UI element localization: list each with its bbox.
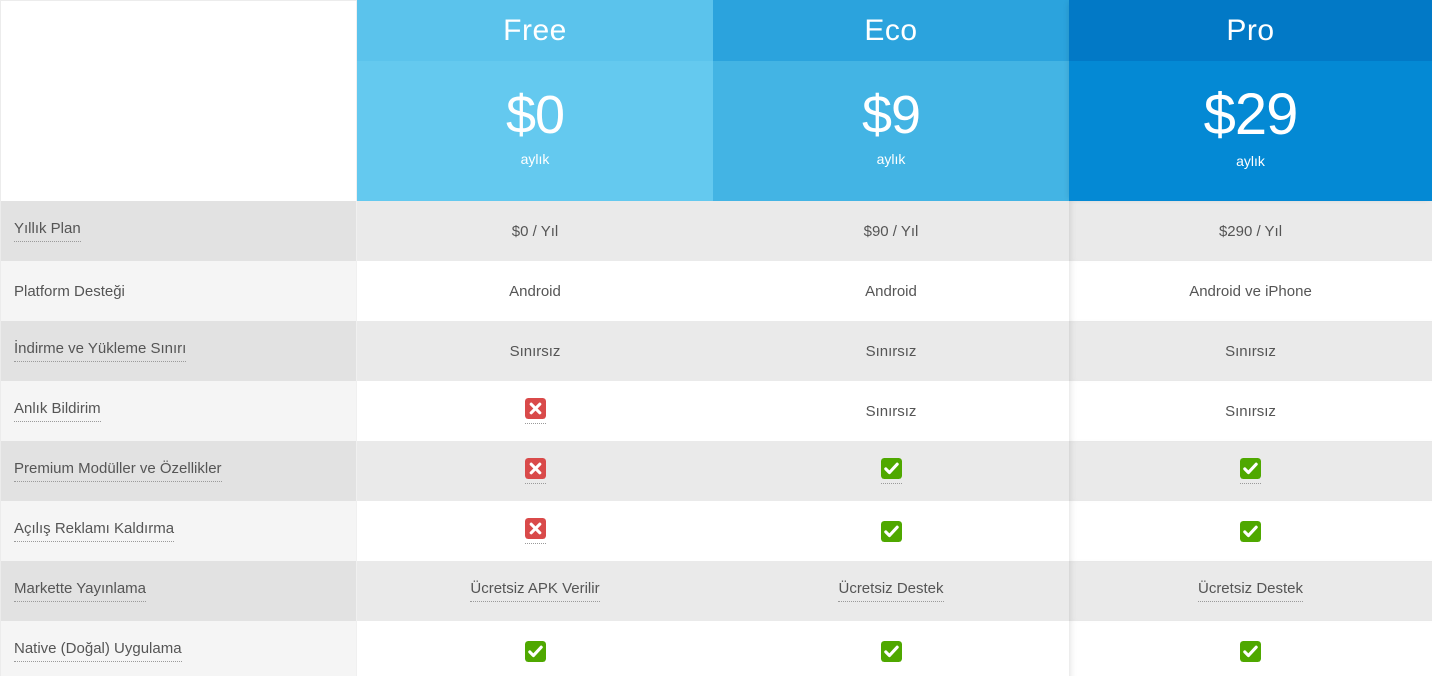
value-text: Sınırsız	[865, 342, 917, 360]
value-cell-free: Sınırsız	[357, 321, 713, 381]
feature-label-cell: Anlık Bildirim	[0, 381, 357, 441]
table-body: Yıllık Plan $0 / Yıl $90 / Yıl $290 / Yıl Pl…	[0, 201, 1432, 676]
feature-label[interactable]: Markette Yayınlama	[14, 580, 147, 602]
feature-label[interactable]: Açılış Reklamı Kaldırma	[14, 520, 175, 542]
value-cell-free: Android	[357, 261, 713, 321]
value-text: $90 / Yıl	[863, 222, 919, 240]
plan-price-block-pro: $29 aylık	[1069, 61, 1432, 201]
value-cell-eco: Ücretsiz Destek	[713, 561, 1069, 621]
cross-icon[interactable]	[524, 398, 546, 424]
value-cell-eco	[713, 501, 1069, 561]
table-row: Yıllık Plan $0 / Yıl $90 / Yıl $290 / Yıl	[0, 201, 1432, 261]
plan-header-eco[interactable]: Eco $9 aylık	[713, 0, 1069, 201]
feature-label[interactable]: İndirme ve Yükleme Sınırı	[14, 340, 187, 362]
feature-label[interactable]: Native (Doğal) Uygulama	[14, 640, 182, 662]
value-cell-pro: Sınırsız	[1069, 381, 1432, 441]
plan-header-free[interactable]: Free $0 aylık	[357, 0, 713, 201]
feature-label-cell: Yıllık Plan	[0, 201, 357, 261]
table-row: Anlık Bildirim Sınırsız Sınırsız	[0, 381, 1432, 441]
feature-label[interactable]: Premium Modüller ve Özellikler	[14, 460, 222, 482]
value-cell-free	[357, 381, 713, 441]
value-text: $290 / Yıl	[1218, 222, 1283, 240]
table-header-row: Free $0 aylık Eco $9 aylık Pro $29 aylık	[0, 0, 1432, 201]
value-text[interactable]: Ücretsiz Destek	[838, 580, 944, 602]
value-cell-eco: Sınırsız	[713, 321, 1069, 381]
table-row: Platform Desteği Android Android Android ve…	[0, 261, 1432, 321]
plan-price-free: $0	[505, 84, 565, 145]
value-text: Android	[865, 282, 917, 300]
check-icon	[524, 640, 546, 662]
value-text: Sınırsız	[865, 402, 917, 420]
feature-label[interactable]: Yıllık Plan	[14, 220, 81, 242]
value-cell-free: Ücretsiz APK Verilir	[357, 561, 713, 621]
value-text[interactable]: Ücretsiz APK Verilir	[470, 580, 600, 602]
value-text[interactable]: Ücretsiz Destek	[1197, 580, 1304, 602]
table-row: Markette Yayınlama Ücretsiz APK Verilir Üc…	[0, 561, 1432, 621]
feature-label-cell: Platform Desteği	[0, 261, 357, 321]
plan-period-eco: aylık	[876, 151, 906, 168]
value-cell-free: $0 / Yıl	[357, 201, 713, 261]
value-cell-eco	[713, 621, 1069, 676]
plan-name-free: Free	[357, 0, 713, 61]
plan-price-eco: $9	[861, 84, 921, 145]
value-cell-free	[357, 501, 713, 561]
plan-period-pro: aylık	[1236, 153, 1265, 170]
plan-period-free: aylık	[520, 151, 550, 168]
value-text: Sınırsız	[1225, 342, 1276, 360]
plan-name-pro: Pro	[1069, 0, 1432, 61]
feature-label-cell: Premium Modüller ve Özellikler	[0, 441, 357, 501]
value-text: Android	[509, 282, 561, 300]
value-cell-eco: $90 / Yıl	[713, 201, 1069, 261]
feature-label-cell: İndirme ve Yükleme Sınırı	[0, 321, 357, 381]
value-cell-eco: Android	[713, 261, 1069, 321]
cross-icon[interactable]	[524, 518, 546, 544]
value-cell-pro	[1069, 441, 1432, 501]
table-row: Açılış Reklamı Kaldırma	[0, 501, 1432, 561]
feature-label: Platform Desteği	[14, 282, 125, 300]
pricing-comparison-table: Free $0 aylık Eco $9 aylık Pro $29 aylık…	[0, 0, 1432, 676]
value-cell-eco	[713, 441, 1069, 501]
value-text: $0 / Yıl	[511, 222, 559, 240]
value-cell-free	[357, 441, 713, 501]
check-icon	[880, 640, 902, 662]
value-cell-pro	[1069, 621, 1432, 676]
cross-icon[interactable]	[524, 458, 546, 484]
feature-label[interactable]: Anlık Bildirim	[14, 400, 101, 422]
value-cell-pro: Android ve iPhone	[1069, 261, 1432, 321]
value-text: Android ve iPhone	[1189, 282, 1312, 300]
feature-label-cell: Açılış Reklamı Kaldırma	[0, 501, 357, 561]
table-row: İndirme ve Yükleme Sınırı Sınırsız Sınırsı…	[0, 321, 1432, 381]
value-cell-pro: Sınırsız	[1069, 321, 1432, 381]
plan-name-eco: Eco	[713, 0, 1069, 61]
table-row: Premium Modüller ve Özellikler	[0, 441, 1432, 501]
check-icon	[1240, 640, 1261, 662]
value-cell-free	[357, 621, 713, 676]
feature-label-cell: Native (Doğal) Uygulama	[0, 621, 357, 676]
value-cell-eco: Sınırsız	[713, 381, 1069, 441]
value-text: Sınırsız	[509, 342, 561, 360]
header-empty-corner	[0, 0, 357, 201]
value-cell-pro	[1069, 501, 1432, 561]
value-cell-pro: $290 / Yıl	[1069, 201, 1432, 261]
value-cell-pro: Ücretsiz Destek	[1069, 561, 1432, 621]
plan-price-block-free: $0 aylık	[357, 61, 713, 201]
value-text: Sınırsız	[1225, 402, 1276, 420]
plan-price-block-eco: $9 aylık	[713, 61, 1069, 201]
check-icon	[1240, 520, 1261, 542]
check-icon	[880, 520, 902, 542]
plan-price-pro: $29	[1203, 81, 1299, 147]
table-row: Native (Doğal) Uygulama	[0, 621, 1432, 676]
check-icon[interactable]	[880, 458, 902, 484]
feature-label-cell: Markette Yayınlama	[0, 561, 357, 621]
check-icon[interactable]	[1240, 458, 1261, 484]
plan-header-pro[interactable]: Pro $29 aylık	[1069, 0, 1432, 201]
